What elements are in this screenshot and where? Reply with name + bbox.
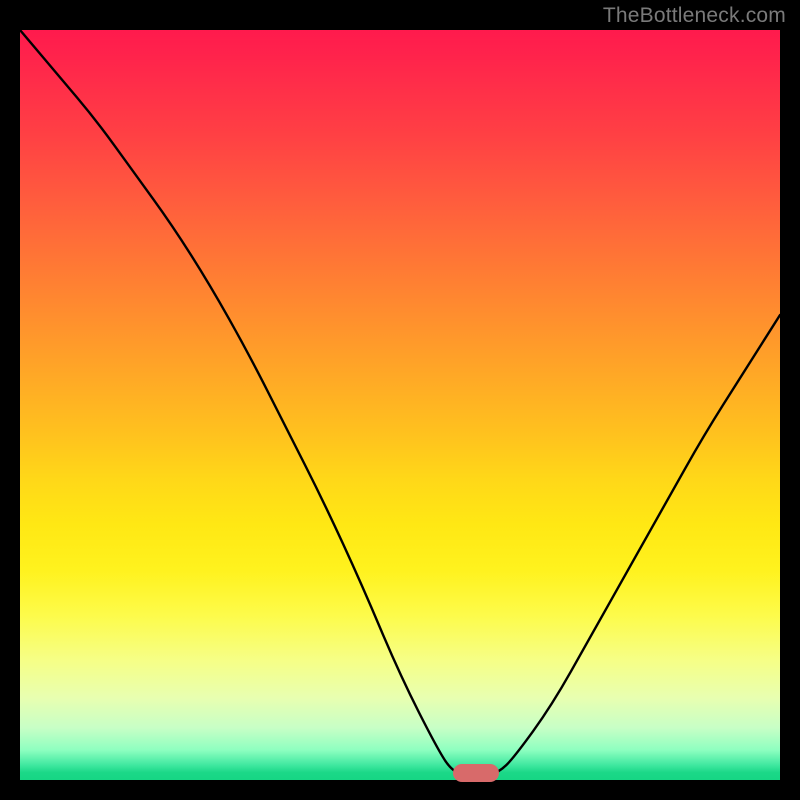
plot-area — [20, 30, 780, 780]
watermark-label: TheBottleneck.com — [603, 4, 786, 28]
chart-frame: TheBottleneck.com — [0, 0, 800, 800]
bottleneck-curve — [20, 30, 780, 780]
optimum-marker — [453, 764, 499, 782]
